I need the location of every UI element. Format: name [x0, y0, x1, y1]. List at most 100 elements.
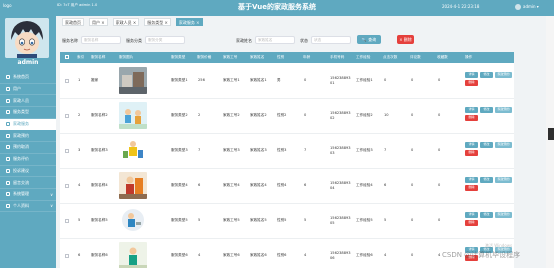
admin-menu[interactable]: admin ▾	[523, 4, 539, 9]
cell-age: 0	[304, 113, 307, 117]
tab-home[interactable]: 家政首页	[62, 18, 84, 26]
delete-button[interactable]: 删除	[465, 115, 478, 121]
sidebar-item-users[interactable]: 用户	[0, 84, 56, 96]
service-name-input[interactable]: 服务名称	[81, 36, 121, 44]
sidebar-item-bookings[interactable]: 家政预约	[0, 130, 56, 143]
cell-phone: 15623889302	[330, 111, 351, 120]
cell-favorites: 0	[438, 148, 441, 152]
edit-button[interactable]: 修改	[480, 72, 493, 78]
status-input[interactable]: 状态	[311, 36, 351, 44]
cell-clicks: 5	[384, 218, 387, 222]
tab-workers[interactable]: 家政人员 ×	[112, 18, 140, 26]
detail-button[interactable]: 详情	[465, 107, 478, 113]
sidebar-item-reviews[interactable]: 服务评价	[0, 154, 56, 166]
sidebar-item-workers[interactable]: 家政人员	[0, 95, 56, 108]
cell-gender: 性别3	[277, 148, 287, 152]
row-checkbox[interactable]	[65, 254, 69, 258]
delete-button[interactable]: 删除	[465, 220, 478, 226]
row-checkbox[interactable]	[65, 184, 69, 188]
cell-phone: 15623889305	[330, 216, 351, 225]
column-header: 年龄	[303, 55, 311, 59]
cell-comments: 0	[411, 253, 414, 257]
cell-type: 服务类型3	[171, 148, 188, 152]
tab-bar: 家政首页 用户 × 家政人员 × 服务类型 × 家政服务 ×	[62, 18, 203, 26]
tab-users[interactable]: 用户 ×	[89, 18, 108, 26]
book-button[interactable]: 家政预约	[495, 142, 512, 148]
sidebar-item-service-types[interactable]: 服务类型	[0, 107, 56, 119]
edit-button[interactable]: 修改	[480, 177, 493, 183]
chat-icon	[6, 180, 10, 185]
sidebar-item-label: 家政人员	[13, 97, 29, 103]
cell-clicks: 6	[384, 183, 387, 187]
cell-comments: 0	[411, 113, 414, 117]
row-checkbox[interactable]	[65, 219, 69, 223]
tab-service-types[interactable]: 服务类型 ×	[144, 18, 171, 26]
edit-button[interactable]: 修改	[480, 212, 493, 218]
sidebar-item-label: 系统管理	[13, 191, 29, 197]
side-drawer-handle[interactable]	[548, 128, 554, 140]
detail-button[interactable]: 详情	[465, 177, 478, 183]
cell-worker-id: 家政工号2	[223, 113, 240, 117]
service-type-input[interactable]: 服务分类	[145, 36, 185, 44]
home-icon	[6, 75, 10, 80]
cell-age: 6	[304, 183, 307, 187]
cell-price: 6	[198, 183, 201, 187]
tab-services[interactable]: 家政服务 ×	[175, 18, 203, 26]
row-checkbox[interactable]	[65, 149, 69, 153]
book-button[interactable]: 家政预约	[495, 212, 512, 218]
user-avatar[interactable]	[515, 4, 521, 10]
query-button[interactable]: 🔍 查询	[357, 35, 381, 44]
sidebar-item-messages[interactable]: 留言交流	[0, 177, 56, 189]
sidebar-item-label: 用户	[13, 86, 21, 92]
row-checkbox[interactable]	[65, 79, 69, 83]
detail-button[interactable]: 详情	[465, 212, 478, 218]
book-button[interactable]: 家政预约	[495, 72, 512, 78]
cell-worker-name: 家政姓名6	[250, 253, 267, 257]
sidebar-item-cancellations[interactable]: 预约取消	[0, 142, 56, 154]
cell-type: 服务类型6	[171, 253, 188, 257]
row-checkbox[interactable]	[65, 114, 69, 118]
detail-button[interactable]: 详情	[465, 142, 478, 148]
delete-button[interactable]: 删除	[465, 185, 478, 191]
sidebar-item-profile[interactable]: 个人资料 ∨	[0, 201, 56, 213]
detail-button[interactable]: 详情	[465, 72, 478, 78]
cell-favorites: 4	[438, 253, 441, 257]
page-scrollbar[interactable]	[546, 16, 554, 268]
batch-delete-button[interactable]: × 删除	[397, 35, 414, 44]
sidebar-item-services[interactable]: 家政服务	[0, 118, 56, 131]
gear-icon	[6, 192, 10, 197]
service-image	[119, 67, 147, 94]
edit-button[interactable]: 修改	[480, 142, 493, 148]
sidebar-item-system[interactable]: 系统管理 ∨	[0, 189, 56, 201]
cell-type: 服务类型2	[171, 113, 188, 117]
windows-activation-text: 激活 Windows	[485, 243, 513, 248]
book-button[interactable]: 家政预约	[495, 177, 512, 183]
profile-icon	[6, 203, 10, 208]
sidebar-item-home[interactable]: 系统首页	[0, 72, 56, 84]
cell-index: 6	[78, 253, 81, 257]
cell-clicks: 4	[384, 253, 387, 257]
column-header: 性别	[277, 55, 285, 59]
delete-button[interactable]: 删除	[465, 150, 478, 156]
column-header: 收藏数	[437, 55, 448, 59]
cell-favorites: 0	[438, 113, 441, 117]
cell-gender: 性别6	[277, 253, 287, 257]
cancel-icon	[6, 145, 10, 150]
worker-name-input[interactable]: 家政姓名	[255, 36, 295, 44]
sidebar-item-complaints[interactable]: 投诉建议	[0, 166, 56, 178]
cell-name: 服务名称2	[91, 113, 108, 117]
cell-age: 4	[304, 253, 307, 257]
edit-button[interactable]: 修改	[480, 107, 493, 113]
delete-button[interactable]: 删除	[465, 80, 478, 86]
cell-worker-name: 家政姓名2	[250, 113, 267, 117]
anime-avatar-image	[5, 18, 49, 58]
cell-price: 5	[198, 218, 201, 222]
column-header: 点击次数	[383, 55, 398, 59]
cell-index: 4	[78, 183, 81, 187]
mail-icon	[6, 168, 10, 173]
select-all-checkbox[interactable]	[65, 55, 69, 59]
book-button[interactable]: 家政预约	[495, 107, 512, 113]
sidebar-avatar	[5, 18, 49, 58]
column-header: 索引	[77, 55, 85, 59]
cell-age: 5	[304, 218, 307, 222]
